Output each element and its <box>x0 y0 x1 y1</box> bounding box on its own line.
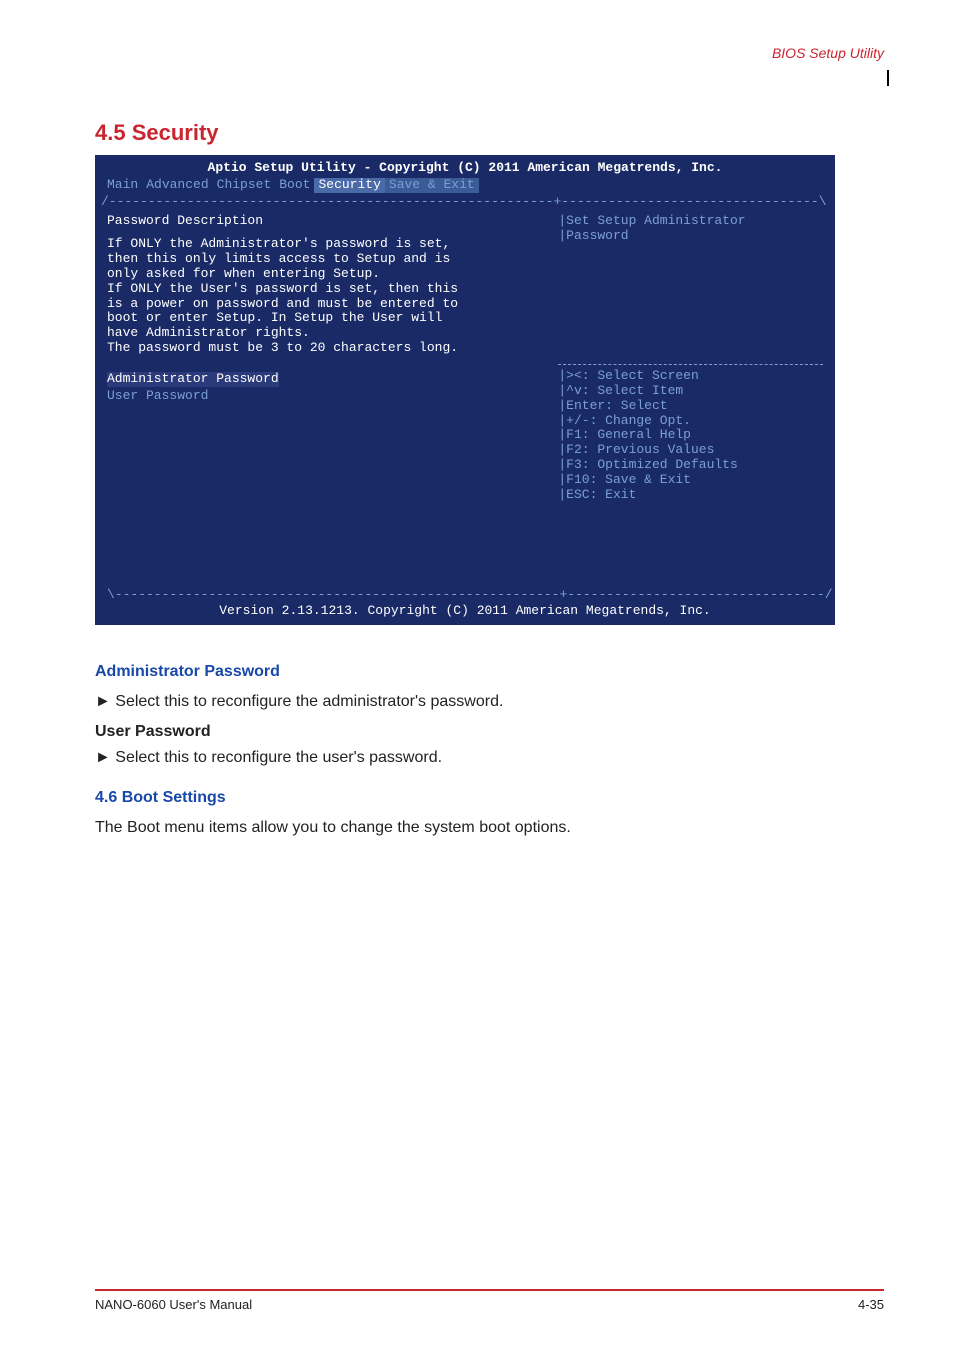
bios-border-top: /---------------------------------------… <box>95 195 835 210</box>
password-description-text: If ONLY the Administrator's password is … <box>107 237 546 357</box>
bios-menu-bar: Main Advanced Chipset Boot Security Save… <box>95 176 835 195</box>
page-header: BIOS Setup Utility <box>772 45 884 61</box>
bios-right-pane: |Set Setup Administrator |Password |><: … <box>552 210 829 507</box>
menu-main[interactable]: Main <box>103 178 142 193</box>
page-footer: NANO-6060 User's Manual 4-35 <box>95 1289 884 1312</box>
cursor-mark <box>887 70 889 86</box>
menu-boot[interactable]: Boot <box>275 178 314 193</box>
menu-security[interactable]: Security <box>314 178 384 193</box>
menu-save-exit[interactable]: Save & Exit <box>385 178 479 193</box>
password-description-heading: Password Description <box>107 214 546 229</box>
bios-border-bottom: \---------------------------------------… <box>101 588 839 603</box>
bios-left-pane: Password Description If ONLY the Adminis… <box>101 210 552 507</box>
bios-screenshot: Aptio Setup Utility - Copyright (C) 2011… <box>95 155 835 625</box>
footer-left: NANO-6060 User's Manual <box>95 1297 252 1312</box>
bullet-admin: ► Select this to reconfigure the adminis… <box>95 690 835 714</box>
help-description: |Set Setup Administrator |Password <box>558 214 823 244</box>
option-user-password[interactable]: User Password <box>107 389 546 404</box>
bios-title: Aptio Setup Utility - Copyright (C) 2011… <box>95 155 835 176</box>
option-administrator-password[interactable]: Administrator Password <box>107 372 279 387</box>
help-keys: |><: Select Screen |^v: Select Item |Ent… <box>558 364 823 503</box>
subhead-boot-settings: 4.6 Boot Settings <box>95 786 835 810</box>
bullet-user: ► Select this to reconfigure the user's … <box>95 746 835 770</box>
menu-chipset[interactable]: Chipset <box>213 178 276 193</box>
footer-right: 4-35 <box>858 1297 884 1312</box>
section-title: 4.5 Security <box>95 120 219 146</box>
para-boot: The Boot menu items allow you to change … <box>95 816 835 840</box>
page-body-text: Administrator Password ► Select this to … <box>95 660 835 840</box>
subhead-admin-password: Administrator Password <box>95 660 835 684</box>
subhead-user-password: User Password <box>95 720 835 744</box>
menu-advanced[interactable]: Advanced <box>142 178 212 193</box>
bios-footer: Version 2.13.1213. Copyright (C) 2011 Am… <box>95 604 835 619</box>
